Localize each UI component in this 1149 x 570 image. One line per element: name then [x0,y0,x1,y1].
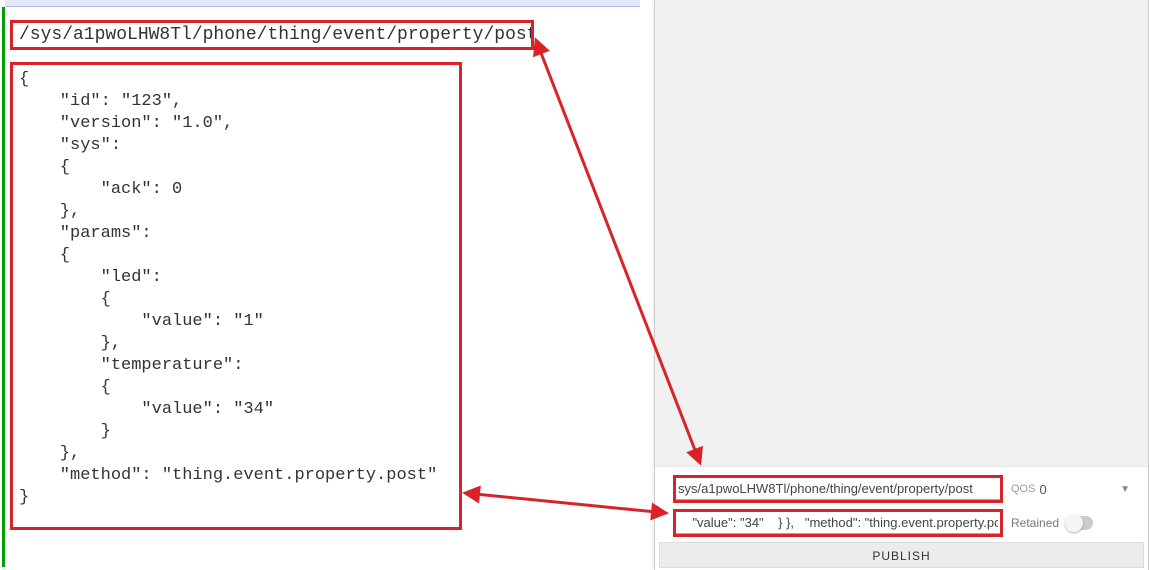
retained-label: Retained [1011,516,1059,530]
topic-string-display: /sys/a1pwoLHW8Tl/phone/thing/event/prope… [10,20,534,50]
payload-json-display: { "id": "123", "version": "1.0", "sys": … [10,62,462,530]
code-example-area: /sys/a1pwoLHW8Tl/phone/thing/event/prope… [0,0,640,570]
mqtt-publish-panel: QOS 0 ▼ Retained PUBLISH [654,0,1149,570]
publish-footer: QOS 0 ▼ Retained PUBLISH [655,466,1148,570]
retained-toggle[interactable] [1065,516,1093,530]
qos-label: QOS [1011,483,1035,495]
publish-button[interactable]: PUBLISH [659,542,1144,568]
topic-row: QOS 0 ▼ [673,475,1130,503]
payload-input[interactable] [676,512,1000,534]
toggle-knob-icon [1065,514,1083,532]
topic-input[interactable] [676,478,1000,500]
topic-input-highlight [673,475,1003,503]
payload-input-highlight [673,509,1003,537]
qos-value[interactable]: 0 [1039,482,1069,497]
dropdown-arrow-icon[interactable]: ▼ [1120,484,1130,495]
payload-row: Retained [673,509,1130,537]
message-history-area [655,0,1148,466]
